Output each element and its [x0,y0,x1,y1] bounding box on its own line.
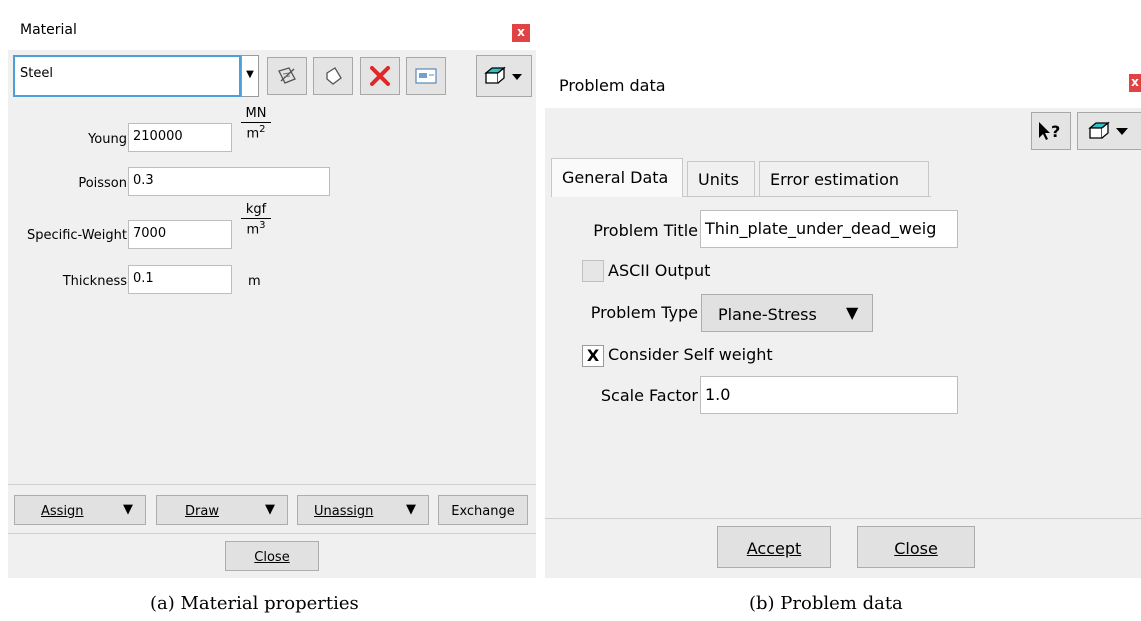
young-label: Young [88,132,127,147]
ascii-output-checkbox[interactable] [582,260,604,282]
problem-data-window: Problem data x ? General Data Units Erro… [545,60,1141,578]
draw-button-label: Draw [185,504,219,519]
close-icon[interactable]: x [512,24,530,42]
ascii-output-label: ASCII Output [608,261,711,280]
edit-material-button[interactable] [267,57,307,95]
help-pointer-icon: ? [1039,122,1060,141]
import-export-icon [1088,121,1128,139]
draw-button[interactable]: Draw ▼ [156,495,288,525]
delete-material-button[interactable] [360,57,400,95]
tab-error-estimation-label: Error estimation [770,170,900,189]
unassign-button[interactable]: Unassign ▼ [297,495,429,525]
assign-button[interactable]: Assign ▼ [14,495,146,525]
poisson-label: Poisson [78,176,127,191]
close-button-label: Close [894,539,938,558]
material-titlebar: Material x [8,10,536,50]
material-dropdown-button[interactable]: ▼ [241,55,259,97]
rename-material-button[interactable] [406,57,446,95]
material-select-value: Steel [20,66,53,81]
import-export-icon [484,66,522,84]
tab-units-label: Units [698,170,739,189]
problem-type-label: Problem Type [590,303,698,322]
delete-icon [370,66,390,86]
material-window: Material x Steel ▼ Young 210000 MN m2 Po… [8,10,536,578]
rename-icon [415,68,437,84]
svg-text:?: ? [1051,122,1060,141]
scale-factor-input[interactable]: 1.0 [700,376,958,414]
close-icon[interactable]: x [1129,74,1141,92]
accept-button[interactable]: Accept [717,526,831,568]
self-weight-checkbox[interactable]: X [582,345,604,367]
divider [8,484,536,485]
young-input[interactable]: 210000 [128,123,232,152]
problem-data-titlebar: Problem data x [545,60,1141,108]
chevron-down-icon: ▼ [846,303,859,322]
edit-material-icon [278,67,296,84]
divider [8,533,536,534]
specific-weight-unit-denominator: m3 [246,220,266,238]
new-material-button[interactable] [313,57,353,95]
caption-material: (a) Material properties [150,593,359,614]
exchange-button-label: Exchange [451,504,515,519]
young-unit: MN m2 [241,106,271,141]
tab-units[interactable]: Units [687,161,755,196]
problem-title-input[interactable]: Thin_plate_under_dead_weig [700,210,958,248]
problem-data-window-title: Problem data [559,76,666,95]
chevron-down-icon: ▼ [246,69,254,80]
exchange-button[interactable]: Exchange [438,495,528,525]
new-material-icon [326,67,342,85]
close-button-label: Close [254,550,290,565]
specific-weight-input[interactable]: 7000 [128,220,232,249]
unassign-button-label: Unassign [314,504,374,519]
material-window-title: Material [20,22,77,38]
specific-weight-unit: kgf m3 [241,202,271,237]
scale-factor-label: Scale Factor [600,386,698,405]
material-select[interactable]: Steel [13,55,241,97]
tab-general-data[interactable]: General Data [551,158,683,197]
close-button[interactable]: Close [857,526,975,568]
tab-error-estimation[interactable]: Error estimation [759,161,929,196]
young-unit-numerator: MN [241,106,271,123]
young-unit-denominator: m2 [246,124,266,142]
poisson-input[interactable]: 0.3 [128,167,330,196]
problem-type-value: Plane-Stress [718,305,817,324]
thickness-input[interactable]: 0.1 [128,265,232,294]
chevron-down-icon: ▼ [265,502,275,517]
tab-general-data-label: General Data [562,168,669,187]
specific-weight-label: Specific-Weight [26,228,127,243]
self-weight-label: Consider Self weight [608,345,773,364]
caption-problem-data: (b) Problem data [749,593,903,614]
import-export-menu-button[interactable] [476,55,532,97]
problem-type-select[interactable]: Plane-Stress ▼ [701,294,873,332]
assign-button-label: Assign [41,504,84,519]
chevron-down-icon: ▼ [406,502,416,517]
chevron-down-icon: ▼ [123,502,133,517]
close-button[interactable]: Close [225,541,319,571]
help-button[interactable]: ? [1031,112,1071,150]
specific-weight-unit-numerator: kgf [241,202,271,219]
thickness-label: Thickness [62,274,127,289]
import-export-menu-button[interactable] [1077,112,1141,150]
accept-button-label: Accept [746,539,802,558]
thickness-unit: m [248,274,261,289]
problem-title-label: Problem Title [593,221,698,240]
divider [545,518,1141,519]
